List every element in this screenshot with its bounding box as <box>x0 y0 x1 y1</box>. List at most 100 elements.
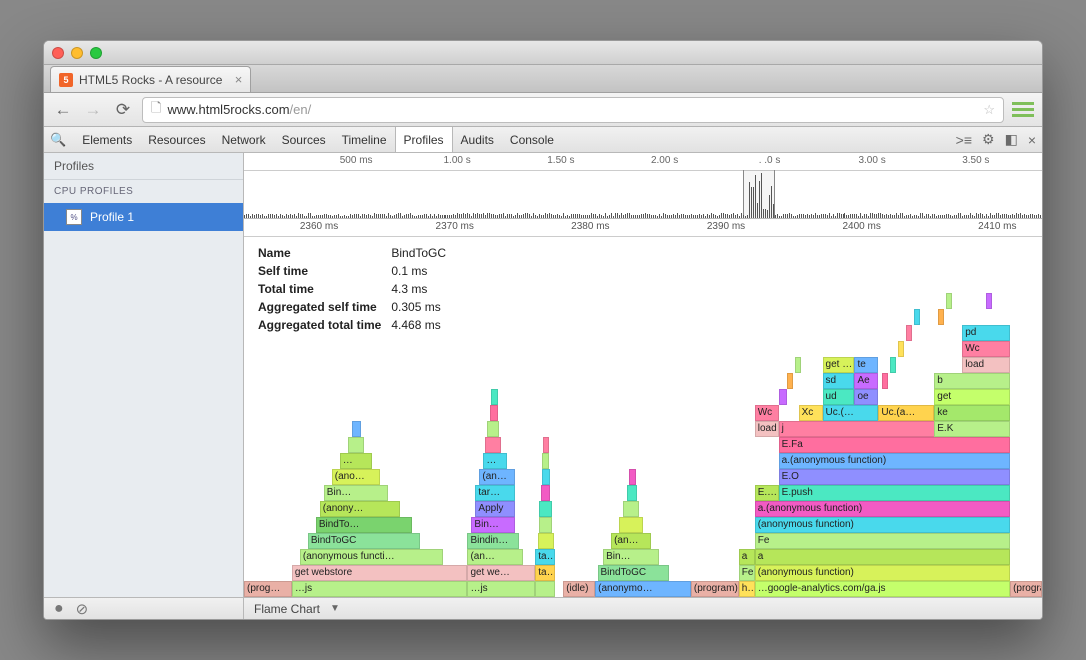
flame-chart[interactable]: NameBindToGCSelf time0.1 msTotal time4.3… <box>244 237 1042 597</box>
flame-frame[interactable]: (anonymous function) <box>755 517 1010 533</box>
site-info-icon[interactable]: 🗋 <box>151 99 161 121</box>
panel-tab-sources[interactable]: Sources <box>274 127 334 152</box>
flame-frame[interactable] <box>986 293 992 309</box>
flame-frame[interactable] <box>938 309 944 325</box>
flame-frame[interactable]: (program) <box>691 581 739 597</box>
flame-frame[interactable] <box>352 421 362 437</box>
flame-frame[interactable]: E.push <box>779 485 1010 501</box>
bookmark-icon[interactable]: ☆ <box>983 102 995 118</box>
flame-frame[interactable]: ta… <box>535 565 555 581</box>
flame-frame[interactable]: …google-analytics.com/ga.js <box>755 581 1010 597</box>
panel-tab-console[interactable]: Console <box>502 127 562 152</box>
flame-frame[interactable]: Bin… <box>324 485 388 501</box>
flame-frame[interactable]: Ae <box>854 373 878 389</box>
flame-frame[interactable]: pd <box>962 325 1010 341</box>
flame-frame[interactable]: b <box>934 373 1010 389</box>
flame-frame[interactable]: sd <box>823 373 855 389</box>
panel-tab-profiles[interactable]: Profiles <box>395 127 453 152</box>
address-bar[interactable]: 🗋 www.html5rocks.com/en/ ☆ <box>142 97 1004 123</box>
flame-frame[interactable] <box>629 469 635 485</box>
flame-frame[interactable]: h… <box>739 581 755 597</box>
panel-tab-network[interactable]: Network <box>214 127 274 152</box>
flame-frame[interactable] <box>898 341 904 357</box>
flame-frame[interactable] <box>779 389 787 405</box>
flame-frame[interactable]: ud <box>823 389 855 405</box>
flame-frame[interactable]: Bindin… <box>467 533 519 549</box>
flame-frame[interactable] <box>619 517 643 533</box>
flame-frame[interactable] <box>914 309 920 325</box>
flame-frame[interactable] <box>538 533 554 549</box>
flame-frame[interactable] <box>627 485 637 501</box>
flame-frame[interactable]: (an… <box>479 469 515 485</box>
forward-button[interactable]: → <box>82 99 104 121</box>
flame-frame[interactable]: ke <box>934 405 1010 421</box>
flame-frame[interactable]: Bin… <box>471 517 515 533</box>
flame-frame[interactable]: get we… <box>467 565 535 581</box>
profile-item[interactable]: % Profile 1 <box>44 203 243 231</box>
flame-frame[interactable]: (anonymous functi… <box>300 549 444 565</box>
flame-frame[interactable] <box>795 357 801 373</box>
flame-frame[interactable]: Fe <box>755 533 1010 549</box>
flame-frame[interactable]: …js <box>467 581 535 597</box>
flame-frame[interactable]: load <box>755 421 779 437</box>
flame-frame[interactable] <box>490 405 498 421</box>
flame-frame[interactable]: Uc.(a… <box>878 405 934 421</box>
flame-frame[interactable]: (ano… <box>332 469 380 485</box>
dock-icon[interactable]: ◧ <box>1005 131 1018 148</box>
flame-frame[interactable]: Apply <box>475 501 515 517</box>
flame-frame[interactable]: E.Fa <box>779 437 1010 453</box>
flame-frame[interactable]: load <box>962 357 1010 373</box>
zoom-window-icon[interactable] <box>90 47 102 59</box>
flame-frame[interactable] <box>623 501 639 517</box>
record-icon[interactable]: ● <box>54 600 64 618</box>
flame-frame[interactable]: Xc <box>799 405 823 421</box>
close-window-icon[interactable] <box>52 47 64 59</box>
flame-frame[interactable]: get … <box>823 357 855 373</box>
flame-frame[interactable] <box>491 389 497 405</box>
flame-frame[interactable]: (idle) <box>563 581 595 597</box>
flame-frame[interactable]: Fe <box>739 565 755 581</box>
flame-frame[interactable]: E.O <box>779 469 1010 485</box>
flame-frame[interactable]: tar… <box>475 485 515 501</box>
flame-frame[interactable] <box>541 485 551 501</box>
flame-frame[interactable]: a.(anonymous function) <box>755 501 1010 517</box>
panel-tab-elements[interactable]: Elements <box>74 127 140 152</box>
flame-frame[interactable]: … <box>483 453 507 469</box>
flame-frame[interactable]: get <box>934 389 1010 405</box>
clear-icon[interactable]: ⊘ <box>76 600 89 618</box>
flame-frame[interactable] <box>542 453 548 469</box>
flame-frame[interactable]: BindToGC <box>598 565 670 581</box>
flame-frame[interactable] <box>787 373 793 389</box>
flame-frame[interactable] <box>485 437 501 453</box>
close-devtools-icon[interactable]: × <box>1028 132 1036 148</box>
flame-frame[interactable]: …js <box>292 581 468 597</box>
flame-frame[interactable] <box>487 421 499 437</box>
reload-button[interactable]: ⟳ <box>112 99 134 121</box>
overview-timeline[interactable]: 500 ms1.00 s1.50 s2.00 s. .0 s3.00 s3.50… <box>244 153 1042 219</box>
flame-frame[interactable]: get webstore <box>292 565 468 581</box>
back-button[interactable]: ← <box>52 99 74 121</box>
flame-frame[interactable]: Bin… <box>603 549 659 565</box>
flame-frame[interactable]: E.K <box>934 421 1010 437</box>
flame-frame[interactable]: (prog… <box>244 581 292 597</box>
flame-frame[interactable]: (program) <box>1010 581 1042 597</box>
flame-frame[interactable]: BindToGC <box>308 533 420 549</box>
flame-frame[interactable]: (an… <box>467 549 523 565</box>
flame-frame[interactable] <box>539 501 552 517</box>
flame-frame[interactable] <box>890 357 896 373</box>
panel-tab-resources[interactable]: Resources <box>140 127 213 152</box>
flame-frame[interactable]: (anonymo… <box>595 581 691 597</box>
flame-frame[interactable]: Wc <box>962 341 1010 357</box>
flame-frame[interactable]: ta… <box>535 549 555 565</box>
flame-frame[interactable]: E.… <box>755 485 779 501</box>
flame-frame[interactable] <box>542 469 550 485</box>
flame-frame[interactable]: a <box>755 549 1010 565</box>
flame-frame[interactable] <box>543 437 549 453</box>
flame-frame[interactable]: a.(anonymous function) <box>779 453 1010 469</box>
flame-frame[interactable] <box>539 517 552 533</box>
minimize-window-icon[interactable] <box>71 47 83 59</box>
flame-frame[interactable]: a <box>739 549 755 565</box>
flame-frame[interactable]: (anonymous function) <box>755 565 1010 581</box>
panel-tab-audits[interactable]: Audits <box>453 127 502 152</box>
console-drawer-icon[interactable]: >≡ <box>956 132 972 148</box>
